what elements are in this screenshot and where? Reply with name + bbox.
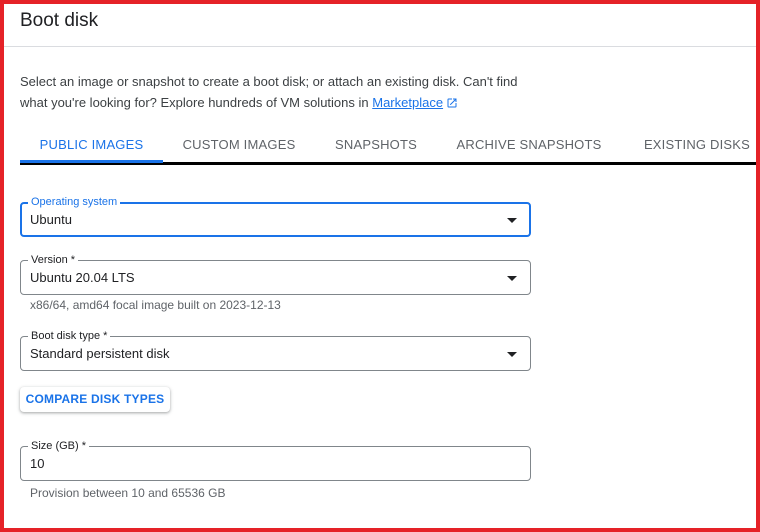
version-select[interactable]: Version * Ubuntu 20.04 LTS [20,253,531,295]
marketplace-link[interactable]: Marketplace [372,95,443,110]
operating-system-select[interactable]: Operating system Ubuntu [20,195,531,237]
tab-snapshots[interactable]: SNAPSHOTS [326,127,426,162]
version-hint: x86/64, amd64 focal image built on 2023-… [30,298,281,312]
boot-disk-type-label: Boot disk type * [28,329,111,343]
active-tab-indicator [20,160,163,163]
arrow-drop-down-icon [507,218,517,223]
open-in-new-icon[interactable] [446,97,458,109]
version-value: Ubuntu 20.04 LTS [30,270,135,285]
operating-system-label: Operating system [28,195,121,209]
size-label: Size (GB) * [28,439,90,453]
version-label: Version * [28,253,79,267]
tab-archive-snapshots[interactable]: ARCHIVE SNAPSHOTS [452,127,606,162]
intro-text: Select an image or snapshot to create a … [20,71,540,113]
intro-line-1: Select an image or snapshot to create a … [20,74,518,89]
boot-disk-type-select[interactable]: Boot disk type * Standard persistent dis… [20,329,531,371]
boot-disk-type-value: Standard persistent disk [30,346,170,361]
compare-disk-types-button[interactable]: COMPARE DISK TYPES [20,387,170,412]
intro-line-2: what you're looking for? Explore hundred… [20,92,540,113]
tab-public-images[interactable]: PUBLIC IMAGES [20,127,163,162]
tab-existing-disks[interactable]: EXISTING DISKS [632,127,760,162]
tab-custom-images[interactable]: CUSTOM IMAGES [176,127,302,162]
size-hint: Provision between 10 and 65536 GB [30,486,226,500]
arrow-drop-down-icon [507,276,517,281]
intro-line-2-text: what you're looking for? Explore hundred… [20,95,369,110]
size-value[interactable]: 10 [30,456,44,471]
image-source-tabs: PUBLIC IMAGES CUSTOM IMAGES SNAPSHOTS AR… [20,127,756,164]
title-divider [4,46,756,47]
size-input[interactable]: Size (GB) * 10 [20,439,531,481]
panel-title: Boot disk [20,10,99,31]
arrow-drop-down-icon [507,352,517,357]
operating-system-value: Ubuntu [30,212,72,227]
